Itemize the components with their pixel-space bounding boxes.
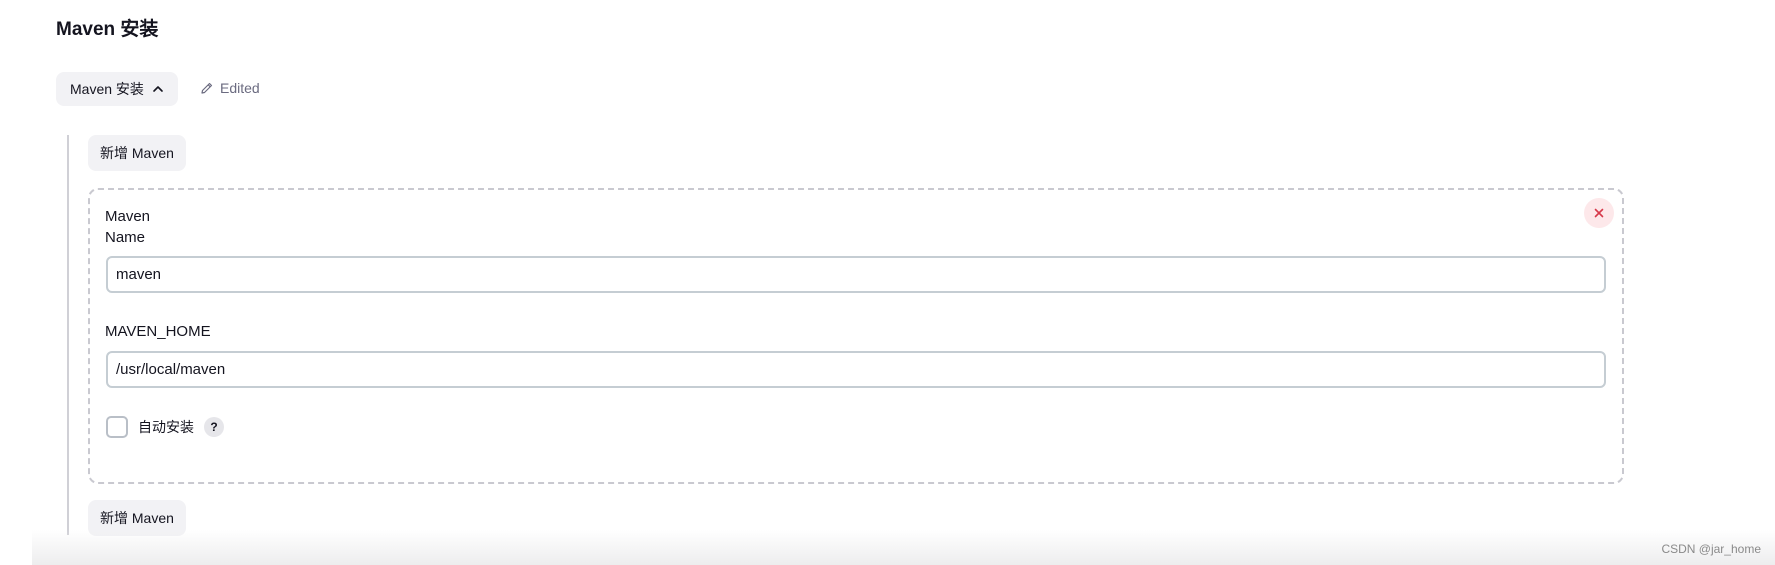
page-title: Maven 安装 bbox=[56, 19, 159, 40]
add-maven-button-top[interactable]: 新增 Maven bbox=[88, 135, 186, 171]
edited-status: Edited bbox=[200, 78, 260, 98]
maven-installation-card: Maven Name MAVEN_HOME 自动安装 ? bbox=[88, 188, 1624, 484]
auto-install-row: 自动安装 ? bbox=[106, 416, 224, 438]
watermark: CSDN @jar_home bbox=[1661, 542, 1761, 556]
bottom-fade bbox=[32, 530, 1775, 565]
maven-home-input[interactable] bbox=[106, 351, 1606, 388]
toggle-label: Maven 安装 bbox=[70, 81, 144, 97]
maven-installations-toggle-button[interactable]: Maven 安装 bbox=[56, 72, 178, 106]
close-icon bbox=[1594, 208, 1604, 218]
auto-install-checkbox[interactable] bbox=[106, 416, 128, 438]
chevron-up-icon bbox=[153, 86, 163, 92]
edited-label: Edited bbox=[220, 80, 260, 96]
maven-name-label: Maven Name bbox=[105, 208, 151, 246]
remove-installation-button[interactable] bbox=[1584, 198, 1614, 228]
pencil-icon bbox=[201, 82, 213, 94]
help-icon[interactable]: ? bbox=[204, 417, 224, 437]
auto-install-label: 自动安装 bbox=[138, 419, 194, 435]
nesting-line bbox=[67, 135, 69, 535]
maven-home-label: MAVEN_HOME bbox=[105, 323, 211, 340]
maven-name-input[interactable] bbox=[106, 256, 1606, 293]
